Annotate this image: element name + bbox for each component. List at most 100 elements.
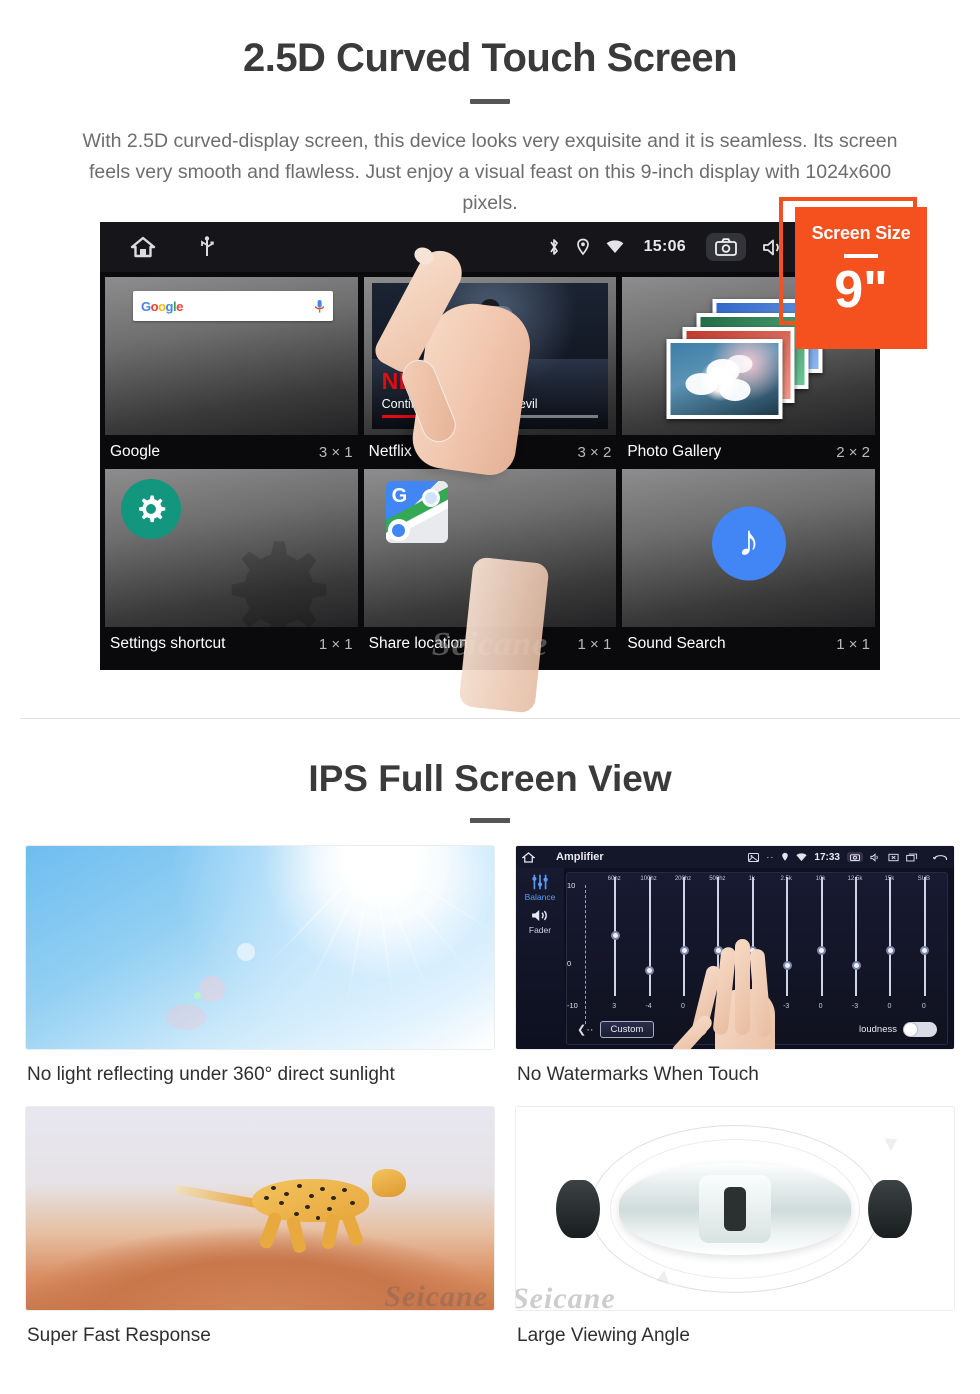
equalizer-knob[interactable] <box>920 946 930 956</box>
section-divider <box>20 718 960 719</box>
ips-feature-grid: No light reflecting under 360° direct su… <box>25 845 955 1347</box>
page-title: 2.5D Curved Touch Screen <box>242 36 738 80</box>
play-icon[interactable] <box>466 321 513 368</box>
balance-sliders-icon[interactable] <box>530 874 550 890</box>
equalizer-frequency-label: 100hz <box>640 876 657 882</box>
usb-icon[interactable] <box>200 236 214 258</box>
equalizer-knob[interactable] <box>610 930 620 940</box>
wifi-icon <box>606 240 624 254</box>
equalizer-slider[interactable] <box>923 877 926 996</box>
widget-dims: 2 × 2 <box>836 443 870 461</box>
widget-label-sound-search: Sound Search 1 × 1 <box>621 628 876 660</box>
recents-icon[interactable] <box>906 853 918 862</box>
amplifier-title: Amplifier <box>556 851 604 863</box>
amplifier-ui: Amplifier ·· 17:33 Balance Fader 10 0 -1… <box>516 846 954 1049</box>
loudness-toggle[interactable] <box>903 1021 937 1037</box>
status-bar: 15:06 <box>100 222 880 272</box>
google-search-bar[interactable]: Google <box>133 291 333 321</box>
widget-tile-netflix[interactable]: NETFLIX Continue Marvel's Daredevil <box>362 276 618 436</box>
widget-name: Sound Search <box>627 635 726 652</box>
car-illustration <box>516 1107 954 1310</box>
amplifier-status-bar: Amplifier ·· 17:33 <box>516 846 954 868</box>
equalizer-knob[interactable] <box>851 961 861 971</box>
equalizer-slider[interactable] <box>648 877 651 996</box>
widget-label-google: Google 3 × 1 <box>104 436 359 468</box>
rotation-arrow-icon <box>884 1133 901 1151</box>
back-icon[interactable] <box>933 852 948 862</box>
widget-label-netflix: Netflix 3 × 2 <box>363 436 618 468</box>
prev-arrow-icon[interactable]: ❮·· <box>577 1023 594 1036</box>
google-maps-icon[interactable]: G <box>385 481 448 543</box>
equalizer-knob[interactable] <box>817 946 827 956</box>
location-icon <box>576 238 590 256</box>
status-clock: 15:06 <box>643 238 686 255</box>
equalizer-slider[interactable] <box>683 877 685 996</box>
badge-value: 9" <box>834 261 888 319</box>
widget-label-photo-gallery: Photo Gallery 2 × 2 <box>621 436 876 468</box>
close-box-icon[interactable] <box>888 853 899 862</box>
widget-dims: 1 × 1 <box>577 635 612 653</box>
preset-custom-button[interactable]: Custom <box>599 1020 655 1038</box>
amplifier-screen-image: Amplifier ·· 17:33 Balance Fader 10 0 -1… <box>515 845 955 1050</box>
equalizer-value-label: -3 <box>851 1003 859 1010</box>
microphone-icon[interactable] <box>314 299 325 314</box>
widget-dims: 3 × 1 <box>318 443 353 461</box>
music-note-icon[interactable]: ♪ <box>711 506 786 581</box>
amplifier-clock: 17:33 <box>814 851 840 863</box>
equalizer-frequency-label: 500hz <box>709 876 726 882</box>
google-logo: Google <box>141 298 183 314</box>
widget-tile-sound-search[interactable]: ♪ <box>621 468 876 628</box>
equalizer-slider[interactable] <box>820 877 823 996</box>
widget-dims: 1 × 1 <box>318 635 353 653</box>
wifi-icon <box>796 852 808 862</box>
volume-icon[interactable] <box>870 852 881 862</box>
netflix-subtitle: Continue Marvel's Daredevil <box>381 397 538 411</box>
widget-tile-google[interactable]: Google <box>104 276 359 436</box>
widget-name: Settings shortcut <box>110 635 226 652</box>
equalizer-axis <box>585 885 586 1024</box>
fader-speaker-icon[interactable] <box>530 908 550 923</box>
widget-name: Share location <box>368 635 468 652</box>
widget-tile-settings[interactable] <box>104 468 359 628</box>
gear-watermark-icon <box>210 525 340 627</box>
home-icon[interactable] <box>522 851 535 863</box>
equalizer-value-label: -4 <box>645 1003 652 1010</box>
equalizer-frequency-label: 200hz <box>674 876 692 882</box>
widget-label-settings: Settings shortcut 1 × 1 <box>104 628 359 660</box>
product-detail-page: 2.5D Curved Touch Screen With 2.5D curve… <box>0 0 980 1394</box>
netflix-brand: NETFLIX <box>381 368 481 394</box>
feature-caption: No Watermarks When Touch <box>517 1064 759 1085</box>
location-icon <box>781 852 789 862</box>
home-icon[interactable] <box>130 236 156 258</box>
axis-label-mid: 0 <box>567 958 572 968</box>
equalizer-slider[interactable] <box>889 877 892 996</box>
car-top-view-image: Seicane <box>515 1106 955 1311</box>
sidebar-item-fader[interactable]: Fader <box>529 925 551 935</box>
netflix-artwork: NETFLIX Continue Marvel's Daredevil <box>371 283 609 429</box>
equalizer-frequency-label: 12.5k <box>847 876 863 882</box>
equalizer-value-label: 0 <box>681 1003 685 1010</box>
gallery-icon <box>748 852 760 862</box>
equalizer-slider[interactable] <box>855 877 857 996</box>
equalizer-value-label: 0 <box>818 1003 823 1010</box>
feature-caption: Large Viewing Angle <box>517 1325 690 1346</box>
camera-icon[interactable] <box>847 852 863 862</box>
equalizer-frequency-label: 10k <box>815 876 826 882</box>
equalizer-knob[interactable] <box>885 946 895 956</box>
equalizer-frequency-label: 1k <box>748 876 755 882</box>
camera-icon[interactable] <box>706 233 746 261</box>
sunny-sky-image <box>25 845 495 1050</box>
equalizer-panel: 10 0 -10 60hz 3 100hz -4 200hz 0 500hz 0 1k 0 2.5k… <box>566 872 948 1049</box>
sidebar-item-balance[interactable]: Balance <box>525 892 556 902</box>
bluetooth-icon <box>548 238 560 256</box>
running-cheetah-image: Seicane <box>25 1106 495 1311</box>
equalizer-knob[interactable] <box>645 966 655 976</box>
amplifier-sidebar: Balance Fader <box>516 868 564 1049</box>
gear-icon[interactable] <box>121 479 181 539</box>
equalizer-frequency-label: 60hz <box>607 876 621 882</box>
equalizer-value-label: 0 <box>921 1003 926 1010</box>
badge-divider <box>844 254 878 258</box>
equalizer-frequency-label: 15k <box>884 876 895 882</box>
feature-card-amplifier: Amplifier ·· 17:33 Balance Fader 10 0 -1… <box>515 845 955 1086</box>
title-underline <box>470 99 510 104</box>
